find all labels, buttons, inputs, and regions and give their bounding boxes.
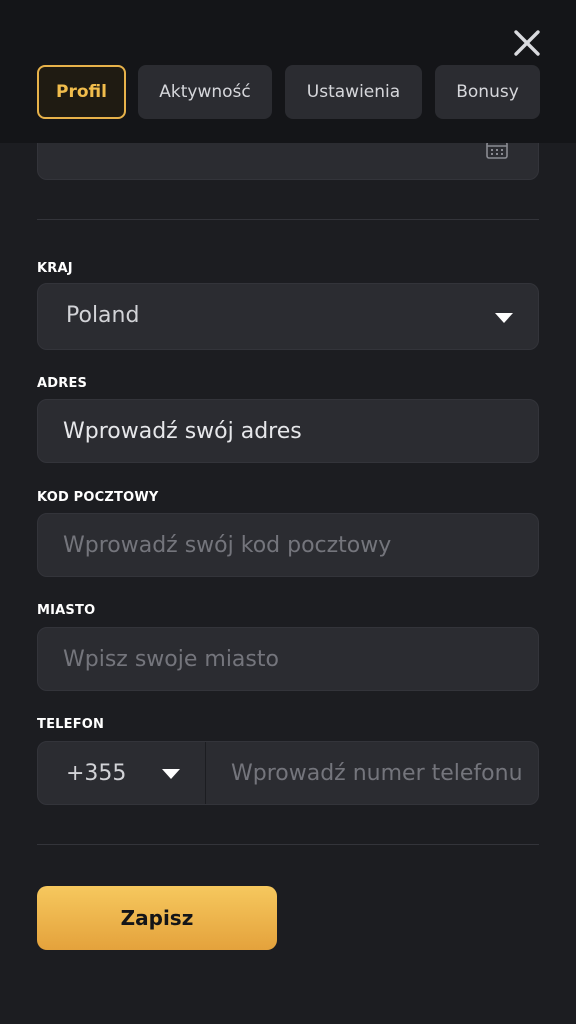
phone-label: TELEFON	[37, 717, 105, 732]
phone-code-select[interactable]: +355	[38, 742, 206, 804]
country-select[interactable]: Poland	[37, 283, 539, 350]
chevron-down-icon	[162, 769, 180, 779]
postal-code-input[interactable]	[38, 514, 538, 576]
tab-ustawienia[interactable]: Ustawienia	[285, 65, 422, 119]
divider	[37, 844, 539, 845]
country-label: KRAJ	[37, 261, 73, 276]
calendar-icon[interactable]	[486, 141, 508, 159]
city-input[interactable]	[38, 628, 538, 690]
postal-code-label: KOD POCZTOWY	[37, 490, 159, 505]
profile-page: KRAJ Poland ADRES KOD POCZTOWY MIASTO TE…	[0, 0, 576, 1024]
country-value: Poland	[66, 303, 140, 328]
city-label: MIASTO	[37, 603, 96, 618]
tab-profil[interactable]: Profil	[37, 65, 126, 119]
phone-number-wrapper	[206, 742, 538, 804]
profile-header: Profil Aktywność Ustawienia Bonusy	[0, 0, 576, 143]
tab-aktywnosc[interactable]: Aktywność	[138, 65, 272, 119]
divider	[37, 219, 539, 220]
postal-code-field[interactable]	[37, 513, 539, 577]
address-label: ADRES	[37, 376, 88, 391]
save-button[interactable]: Zapisz	[37, 886, 277, 950]
city-field[interactable]	[37, 627, 539, 691]
address-field[interactable]	[37, 399, 539, 463]
address-input[interactable]	[38, 400, 538, 462]
chevron-down-icon	[495, 313, 513, 323]
phone-code-value: +355	[66, 761, 127, 786]
tab-bonusy[interactable]: Bonusy	[435, 65, 540, 119]
close-icon[interactable]	[510, 26, 544, 60]
phone-field: +355	[37, 741, 539, 805]
phone-number-input[interactable]	[206, 742, 538, 804]
